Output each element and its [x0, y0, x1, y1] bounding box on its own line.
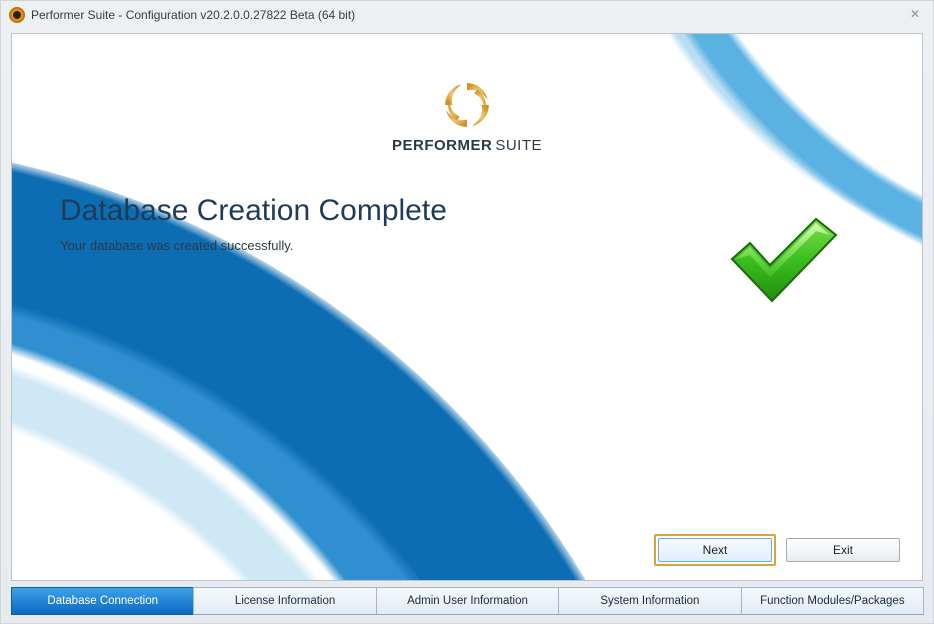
logo-word-2: SUITE: [495, 137, 542, 154]
next-button[interactable]: Next: [658, 538, 772, 562]
logo-swirl-icon: [441, 79, 493, 131]
content-frame: PERFORMERSUITE Database Creation Complet…: [11, 33, 923, 581]
config-window: Performer Suite - Configuration v20.2.0.…: [0, 0, 934, 624]
page-subtext: Your database was created successfully.: [60, 238, 293, 253]
titlebar: Performer Suite - Configuration v20.2.0.…: [1, 1, 933, 29]
tab-admin-user-information[interactable]: Admin User Information: [376, 587, 559, 615]
logo-text: PERFORMERSUITE: [12, 137, 922, 154]
next-button-highlight: Next: [654, 534, 776, 566]
content-inner: PERFORMERSUITE Database Creation Complet…: [12, 34, 922, 580]
app-icon: [9, 7, 25, 23]
button-row: Next Exit: [654, 534, 900, 566]
wizard-tabs: Database Connection License Information …: [11, 587, 923, 615]
tab-database-connection[interactable]: Database Connection: [11, 587, 194, 615]
logo-word-1: PERFORMER: [392, 137, 492, 154]
close-icon[interactable]: ✕: [905, 7, 925, 23]
success-checkmark-icon: [722, 209, 842, 309]
tab-license-information[interactable]: License Information: [193, 587, 376, 615]
logo: PERFORMERSUITE: [12, 79, 922, 154]
page-heading: Database Creation Complete: [60, 194, 447, 228]
window-title: Performer Suite - Configuration v20.2.0.…: [31, 8, 355, 22]
tab-system-information[interactable]: System Information: [558, 587, 741, 615]
exit-button[interactable]: Exit: [786, 538, 900, 562]
tab-function-modules-packages[interactable]: Function Modules/Packages: [741, 587, 924, 615]
